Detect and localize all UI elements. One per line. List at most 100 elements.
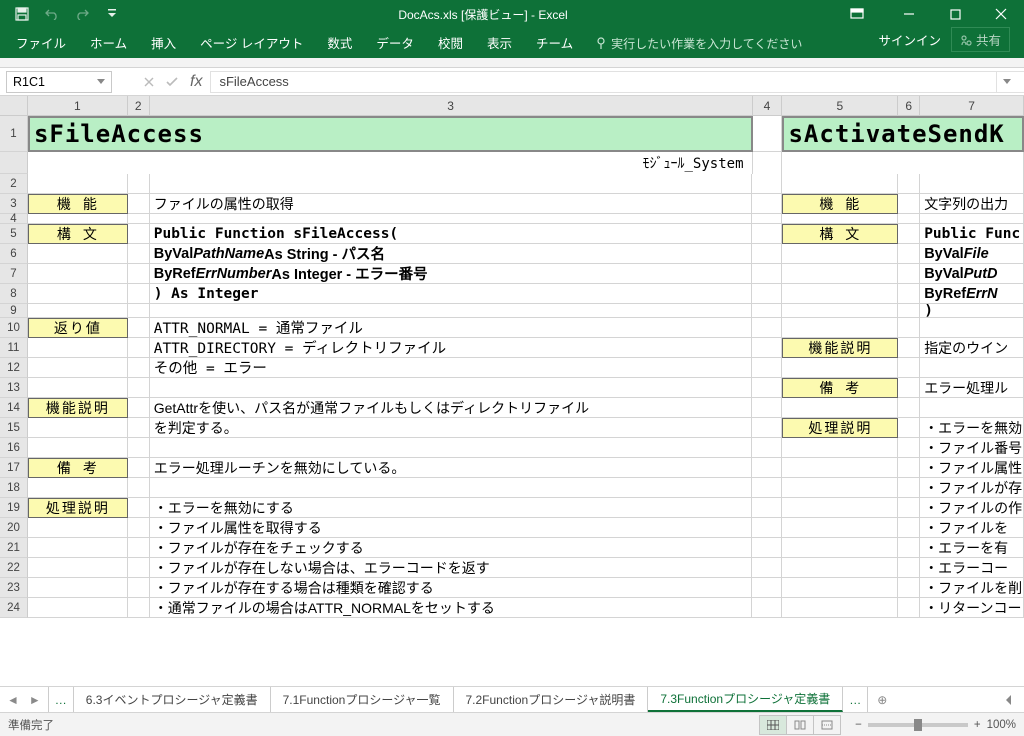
sheet-overflow-left[interactable]: … [48,687,74,712]
row-header[interactable]: 21 [0,538,28,558]
status-ready: 準備完了 [8,717,760,733]
enter-formula-button[interactable] [166,77,178,87]
qat-customize-button[interactable] [98,2,126,26]
cell[interactable] [753,152,783,174]
row-header[interactable]: 24 [0,598,28,618]
col-header[interactable]: 3 [150,96,753,116]
label-shorisetsu[interactable]: 処理説明 [28,498,128,518]
col-header[interactable]: 4 [753,96,783,116]
cell[interactable]: ByVal PathName As String - パス名 [150,244,753,264]
horizontal-scrollbar[interactable] [896,695,1024,705]
tellme-search[interactable]: 実行したい作業を入力してください [585,29,812,58]
col-header[interactable]: 1 [28,96,128,116]
label-kaeri[interactable]: 返り値 [28,318,128,338]
sheet-tab[interactable]: 6.3イベントプロシージャ定義書 [74,687,271,712]
sheet-tab-bar: ◄ ► … 6.3イベントプロシージャ定義書 7.1Functionプロシージャ… [0,686,1024,712]
name-box[interactable]: R1C1 [6,71,112,93]
row-header[interactable]: 4 [0,214,28,224]
label-shorisetsu[interactable]: 処理説明 [782,418,898,438]
view-normal-button[interactable] [759,715,787,735]
row-header[interactable]: 15 [0,418,28,438]
ribbon-tab-team[interactable]: チーム [524,27,585,58]
col-header[interactable]: 2 [128,96,150,116]
row-header[interactable] [0,152,28,174]
label-kinou[interactable]: 機能 [28,194,128,214]
row-header[interactable]: 23 [0,578,28,598]
zoom-level[interactable]: 100% [987,719,1016,731]
ribbon-tab-pagelayout[interactable]: ページ レイアウト [188,27,315,58]
row-header[interactable]: 11 [0,338,28,358]
cell[interactable] [753,116,783,152]
module-label[interactable]: ﾓｼﾞｭｰﾙ_System [28,152,753,174]
ribbon-tabs: ファイル ホーム 挿入 ページ レイアウト 数式 データ 校閲 表示 チーム 実… [0,28,1024,58]
cancel-formula-button[interactable] [144,77,154,87]
col-header[interactable]: 7 [920,96,1024,116]
col-header[interactable]: 5 [782,96,898,116]
label-kouzou[interactable]: 構文 [782,224,898,244]
row-header[interactable]: 8 [0,284,28,304]
sheet-overflow-right[interactable]: … [843,687,868,712]
window-title: DocAcs.xls [保護ビュー] - Excel [126,6,840,23]
label-kinousetsu[interactable]: 機能説明 [28,398,128,418]
label-bikou[interactable]: 備考 [28,458,128,478]
fx-button[interactable]: fx [190,73,202,91]
column-headers[interactable]: 1 2 3 4 5 6 7 [0,96,1024,116]
col-header[interactable]: 6 [898,96,920,116]
row-header[interactable]: 22 [0,558,28,578]
row-header[interactable]: 16 [0,438,28,458]
sheet-nav-prev[interactable]: ◄ [4,691,22,709]
row-header[interactable]: 2 [0,174,28,194]
sheet-tab[interactable]: 7.2Functionプロシージャ説明書 [454,687,649,712]
row-header[interactable]: 6 [0,244,28,264]
title-cell-right[interactable]: sActivateSendK [782,116,1024,152]
formula-bar: R1C1 fx sFileAccess [0,68,1024,96]
grid-rows: 1 sFileAccess sActivateSendK ﾓｼﾞｭｰﾙ_Syst… [0,116,1024,686]
select-all-corner[interactable] [0,96,28,116]
row-header[interactable]: 18 [0,478,28,498]
row-header[interactable]: 19 [0,498,28,518]
formula-input[interactable]: sFileAccess [210,71,1024,93]
undo-button[interactable] [38,2,66,26]
label-kinousetsu[interactable]: 機能説明 [782,338,898,358]
view-pagebreak-button[interactable] [813,715,841,735]
title-cell-left[interactable]: sFileAccess [28,116,753,152]
sheet-tab[interactable]: 7.1Functionプロシージャ一覧 [271,687,454,712]
status-bar: 準備完了 − + 100% [0,712,1024,736]
ribbon-collapsed-strip [0,58,1024,68]
row-header[interactable]: 9 [0,304,28,318]
ribbon-tab-formulas[interactable]: 数式 [315,27,364,58]
row-header[interactable]: 10 [0,318,28,338]
ribbon-tab-review[interactable]: 校閲 [426,27,475,58]
spreadsheet-grid[interactable]: 1 2 3 4 5 6 7 1 sFileAccess sActivateSen… [0,96,1024,686]
add-sheet-button[interactable]: ⊕ [868,693,896,707]
row-header[interactable]: 12 [0,358,28,378]
expand-formula-bar-button[interactable] [996,72,1016,92]
row-header[interactable]: 17 [0,458,28,478]
row-header[interactable]: 7 [0,264,28,284]
row-header[interactable]: 20 [0,518,28,538]
ribbon-tab-data[interactable]: データ [364,27,426,58]
save-button[interactable] [8,2,36,26]
ribbon-tab-insert[interactable]: 挿入 [139,27,188,58]
label-bikou[interactable]: 備考 [782,378,898,398]
signin-link[interactable]: サインイン [878,30,941,49]
zoom-slider[interactable] [868,723,968,727]
ribbon-tab-home[interactable]: ホーム [78,27,139,58]
row-header[interactable]: 14 [0,398,28,418]
zoom-in-button[interactable]: + [974,719,981,731]
share-button[interactable]: 共有 [951,27,1010,52]
row-header[interactable]: 13 [0,378,28,398]
row-header[interactable]: 1 [0,116,28,152]
sheet-nav-next[interactable]: ► [26,691,44,709]
cell[interactable] [782,152,1024,174]
ribbon-tab-file[interactable]: ファイル [4,27,78,58]
sheet-tab-active[interactable]: 7.3Functionプロシージャ定義書 [648,687,843,712]
row-header[interactable]: 3 [0,194,28,214]
label-kinou[interactable]: 機能 [782,194,898,214]
view-pagelayout-button[interactable] [786,715,814,735]
redo-button[interactable] [68,2,96,26]
label-kouzou[interactable]: 構文 [28,224,128,244]
row-header[interactable]: 5 [0,224,28,244]
ribbon-tab-view[interactable]: 表示 [475,27,524,58]
zoom-out-button[interactable]: − [855,719,862,731]
